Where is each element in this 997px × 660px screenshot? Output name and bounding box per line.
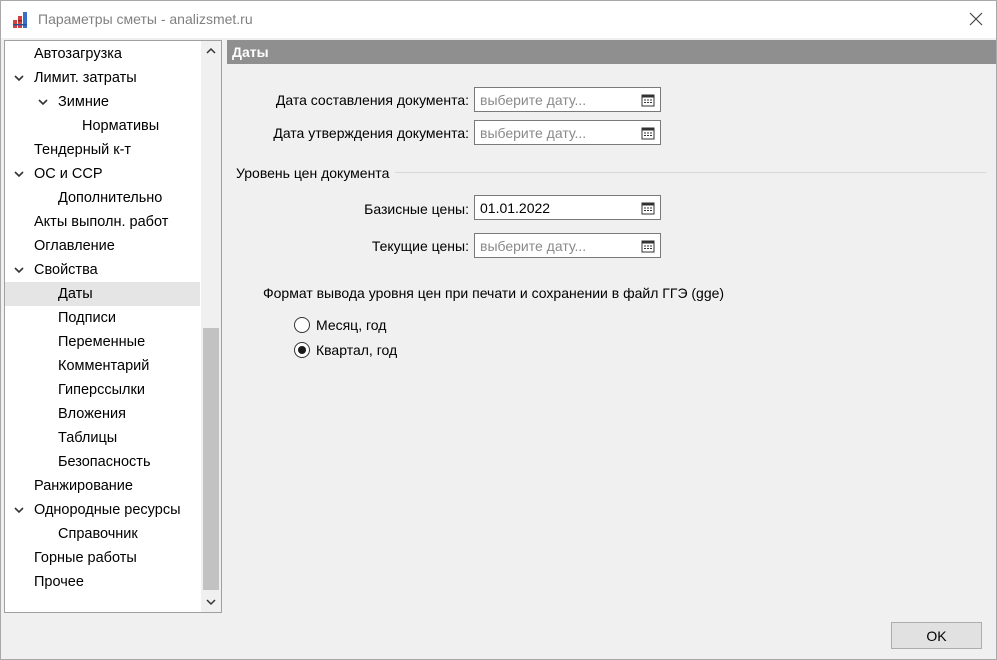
base-prices-label: Базисные цены: [364, 201, 469, 217]
tree-item[interactable]: Тендерный к-т [5, 138, 200, 162]
base-prices-value: 01.01.2022 [480, 199, 551, 216]
radio-label: Месяц, год [316, 317, 387, 333]
settings-tree[interactable]: Автозагрузка Лимит. затраты Зимние Норматив… [4, 40, 222, 613]
group-divider [395, 172, 986, 173]
calendar-icon[interactable] [641, 126, 655, 140]
tree-item-label: Тендерный к-т [34, 142, 132, 158]
format-label: Формат вывода уровня цен при печати и со… [263, 285, 725, 301]
calendar-icon[interactable] [641, 239, 655, 253]
tree-item-label: Подписи [58, 310, 116, 326]
calendar-icon[interactable] [641, 201, 655, 215]
tree-item[interactable]: Лимит. затраты [5, 66, 200, 90]
chevron-down-icon[interactable] [13, 72, 25, 84]
tree-scrollbar[interactable] [201, 41, 221, 612]
tree-item[interactable]: Прочее [5, 570, 200, 594]
tree-item[interactable]: Вложения [5, 402, 200, 426]
price-level-title: Уровень цен документа [236, 165, 390, 181]
tree-item[interactable]: Безопасность [5, 450, 200, 474]
tree-item-label: Однородные ресурсы [34, 502, 181, 518]
window-title: Параметры сметы - analizsmet.ru [38, 11, 253, 27]
chevron-down-icon[interactable] [13, 168, 25, 180]
tree-item-label: Справочник [58, 526, 138, 542]
radio-month-year[interactable]: Месяц, год [294, 317, 386, 333]
tree-item-label: Безопасность [58, 454, 151, 470]
close-icon [969, 12, 983, 26]
doc-date-placeholder: выберите дату... [480, 91, 587, 108]
section-header: Даты [227, 40, 996, 64]
approve-date-label: Дата утверждения документа: [273, 125, 469, 141]
chevron-down-icon[interactable] [13, 264, 25, 276]
current-prices-input[interactable]: выберите дату... [474, 233, 661, 258]
doc-date-input[interactable]: выберите дату... [474, 87, 661, 112]
scroll-up-button[interactable] [201, 41, 221, 61]
current-prices-label: Текущие цены: [371, 238, 469, 254]
tree-item[interactable]: Автозагрузка [5, 42, 200, 66]
tree-item[interactable]: Оглавление [5, 234, 200, 258]
tree-item[interactable]: Горные работы [5, 546, 200, 570]
tree-item-label: Акты выполн. работ [34, 214, 169, 230]
calendar-icon[interactable] [641, 93, 655, 107]
tree-item-label: Оглавление [34, 238, 115, 254]
radio-quarter-year[interactable]: Квартал, год [294, 342, 397, 358]
radio-button[interactable] [294, 317, 310, 333]
chevron-down-icon [206, 599, 216, 606]
tree-item-label: Горные работы [34, 550, 137, 566]
tree-item[interactable]: Акты выполн. работ [5, 210, 200, 234]
tree-item[interactable]: Дополнительно [5, 186, 200, 210]
radio-button[interactable] [294, 342, 310, 358]
doc-date-label: Дата составления документа: [275, 92, 469, 108]
current-prices-placeholder: выберите дату... [480, 237, 587, 254]
tree-item[interactable]: Свойства [5, 258, 200, 282]
tree-item-label: Свойства [34, 262, 98, 278]
tree-item-label: Автозагрузка [34, 46, 122, 62]
tree-item[interactable]: Однородные ресурсы [5, 498, 200, 522]
tree-item-label: Таблицы [58, 430, 118, 446]
approve-date-input[interactable]: выберите дату... [474, 120, 661, 145]
ok-button[interactable]: OK [891, 622, 982, 649]
app-grid-icon [13, 12, 27, 28]
tree-item-label: Лимит. затраты [34, 70, 137, 86]
dialog-footer: OK [1, 613, 996, 659]
tree-item[interactable]: Ранжирование [5, 474, 200, 498]
tree-item[interactable]: Таблицы [5, 426, 200, 450]
tree-item-label: Комментарий [58, 358, 150, 374]
tree-item-label: Переменные [58, 334, 146, 350]
tree-item[interactable]: Зимние [5, 90, 200, 114]
tree-item[interactable]: Подписи [5, 306, 200, 330]
tree-item-label: Ранжирование [34, 478, 133, 494]
scroll-down-button[interactable] [201, 592, 221, 612]
title-bar: Параметры сметы - analizsmet.ru [1, 1, 996, 38]
tree-item[interactable]: ОС и ССР [5, 162, 200, 186]
tree-item[interactable]: Переменные [5, 330, 200, 354]
tree-item[interactable]: Справочник [5, 522, 200, 546]
tree-item[interactable]: Гиперссылки [5, 378, 200, 402]
tree-item-label: Дополнительно [58, 190, 163, 206]
tree-item[interactable]: Нормативы [5, 114, 200, 138]
chevron-down-icon[interactable] [13, 504, 25, 516]
close-button[interactable] [959, 5, 993, 33]
dates-panel: Даты Дата составления документа: выберит… [227, 40, 996, 613]
scroll-thumb[interactable] [203, 328, 219, 590]
base-prices-input[interactable]: 01.01.2022 [474, 195, 661, 220]
tree-item-label: Нормативы [82, 118, 160, 134]
tree-item-label: Гиперссылки [58, 382, 145, 398]
settings-window: Параметры сметы - analizsmet.ru Автозагр… [0, 0, 997, 660]
tree-item-label: Вложения [58, 406, 126, 422]
approve-date-placeholder: выберите дату... [480, 124, 587, 141]
tree-item-label: Зимние [58, 94, 109, 110]
tree-item-label: Даты [58, 286, 93, 302]
chevron-down-icon[interactable] [37, 96, 49, 108]
tree-item-label: Прочее [34, 574, 84, 590]
chevron-up-icon [206, 47, 216, 54]
tree-item[interactable]: Комментарий [5, 354, 200, 378]
tree-item[interactable]: Даты [5, 282, 200, 306]
tree-item-label: ОС и ССР [34, 166, 103, 182]
radio-label: Квартал, год [316, 342, 398, 358]
